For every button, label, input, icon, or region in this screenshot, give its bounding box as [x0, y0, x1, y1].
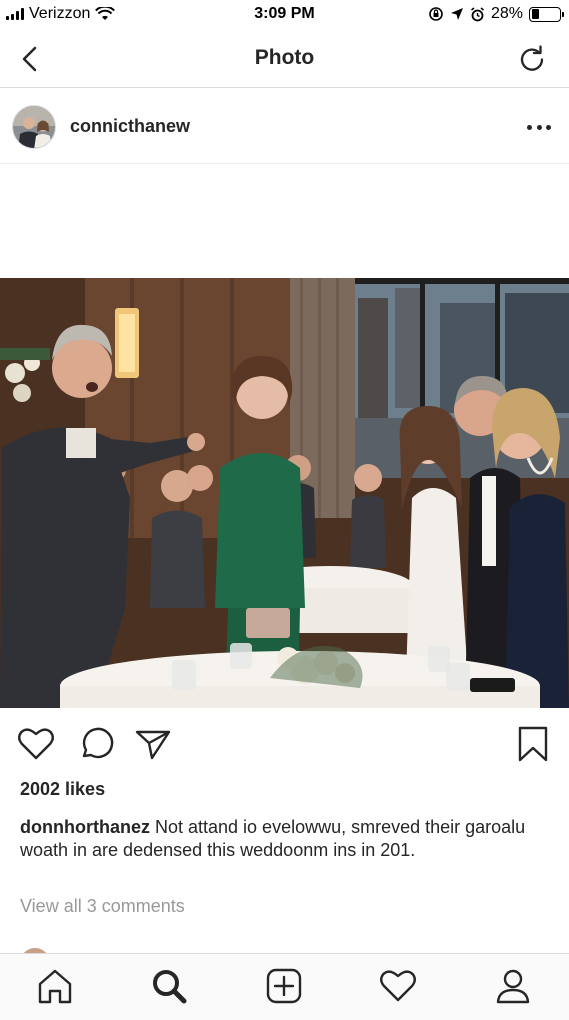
home-icon[interactable]	[35, 966, 75, 1006]
search-icon[interactable]	[149, 966, 189, 1006]
caption-username[interactable]: donnhorthanez	[20, 817, 150, 837]
alarm-icon	[470, 6, 484, 21]
more-dots-icon[interactable]	[527, 115, 551, 139]
status-bar: Verizzon 3:09 PM 28%	[0, 0, 569, 30]
view-comments-link[interactable]: View all 3 comments	[20, 896, 185, 917]
tab-bar	[0, 953, 569, 1020]
activity-icon[interactable]	[378, 966, 418, 1006]
location-icon	[450, 8, 463, 20]
battery-level	[531, 9, 540, 19]
rotation-lock-icon	[429, 7, 443, 21]
battery-percent: 28%	[490, 5, 523, 22]
send-icon[interactable]	[133, 724, 173, 764]
status-right: 28%	[428, 5, 564, 23]
post-caption: donnhorthanez Not attand io evelowwu, sm…	[20, 816, 550, 862]
nav-header: Photo	[0, 30, 569, 88]
post-photo[interactable]	[0, 278, 569, 708]
new-post-icon[interactable]	[264, 966, 304, 1006]
post-username[interactable]: connicthanew	[70, 116, 190, 137]
heart-icon[interactable]	[16, 724, 56, 764]
profile-icon[interactable]	[493, 966, 533, 1006]
comment-icon[interactable]	[76, 724, 116, 764]
bookmark-icon[interactable]	[513, 724, 553, 764]
action-bar	[0, 720, 569, 766]
refresh-icon[interactable]	[517, 44, 547, 74]
battery-icon	[529, 6, 564, 22]
page-title: Photo	[254, 46, 315, 69]
likes-count[interactable]: 2002 likes	[20, 779, 105, 800]
avatar[interactable]	[12, 105, 56, 149]
post-header: connicthanew	[0, 89, 569, 164]
